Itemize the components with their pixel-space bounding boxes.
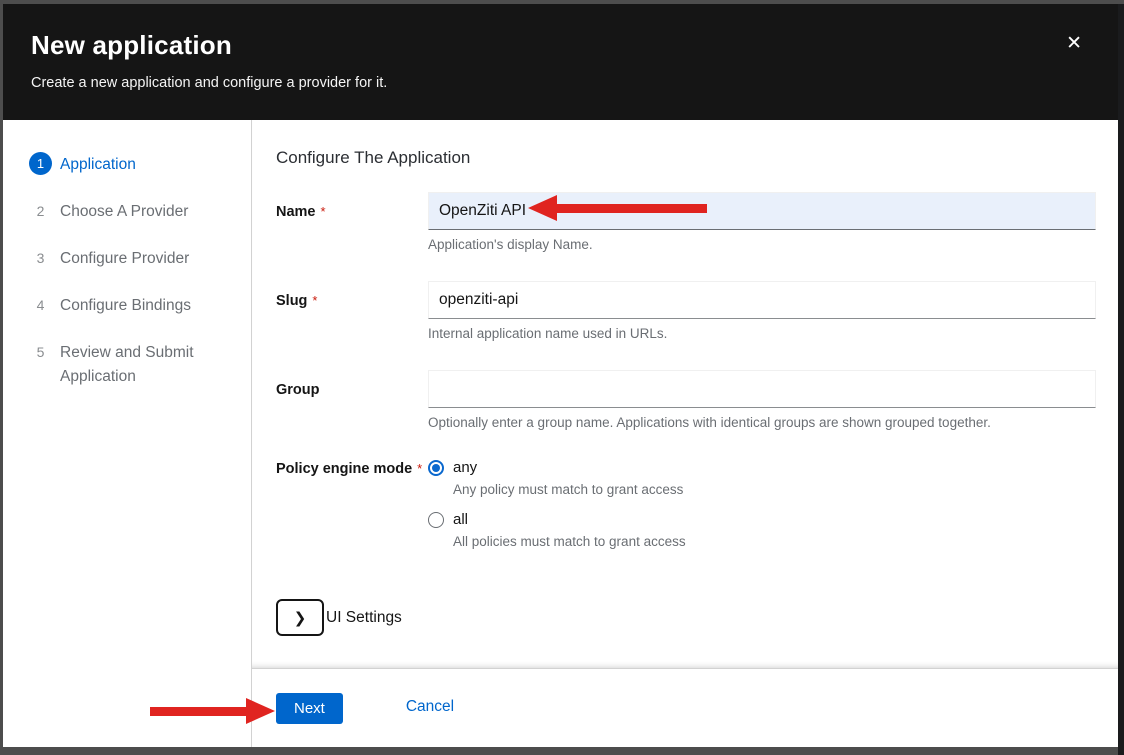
cancel-link[interactable]: Cancel bbox=[406, 693, 454, 716]
wizard-step-configure-provider[interactable]: 3 Configure Provider bbox=[29, 238, 235, 279]
wizard-footer: Next Cancel bbox=[252, 668, 1118, 747]
modal-header: New application Create a new application… bbox=[3, 4, 1118, 120]
group-label: Group bbox=[276, 382, 320, 398]
required-asterisk: * bbox=[321, 204, 326, 219]
policy-mode-option-all: all All policies must match to grant acc… bbox=[428, 511, 1096, 549]
wizard-step-application[interactable]: 1 Application bbox=[29, 144, 235, 185]
radio-any-helper: Any policy must match to grant access bbox=[453, 482, 1096, 497]
group-helper-text: Optionally enter a group name. Applicati… bbox=[428, 415, 1096, 430]
modal-title: New application bbox=[31, 30, 1090, 61]
required-asterisk: * bbox=[417, 461, 422, 476]
radio-all-helper: All policies must match to grant access bbox=[453, 534, 1096, 549]
slug-field-row: Slug * Internal application name used in … bbox=[276, 281, 1096, 341]
chevron-right-icon: ❯ bbox=[294, 609, 307, 627]
radio-any[interactable] bbox=[428, 460, 444, 476]
step-label: Choose A Provider bbox=[60, 199, 188, 224]
wizard-step-choose-provider[interactable]: 2 Choose A Provider bbox=[29, 191, 235, 232]
radio-all[interactable] bbox=[428, 512, 444, 528]
radio-any-label[interactable]: any bbox=[453, 459, 477, 476]
required-asterisk: * bbox=[312, 293, 317, 308]
slug-label: Slug bbox=[276, 293, 307, 309]
ui-settings-expand-button[interactable]: ❯ bbox=[276, 599, 324, 636]
radio-all-label[interactable]: all bbox=[453, 511, 468, 528]
wizard-content: Configure The Application Name * Applicat… bbox=[252, 120, 1118, 668]
wizard-right-column: Configure The Application Name * Applicat… bbox=[252, 120, 1118, 747]
step-label: Review and Submit Application bbox=[60, 340, 235, 389]
modal-subtitle: Create a new application and configure a… bbox=[31, 75, 1090, 91]
step-label: Configure Provider bbox=[60, 246, 189, 271]
group-input[interactable] bbox=[428, 370, 1096, 408]
wizard-step-configure-bindings[interactable]: 4 Configure Bindings bbox=[29, 285, 235, 326]
policy-engine-mode-label: Policy engine mode bbox=[276, 461, 412, 477]
name-label: Name bbox=[276, 204, 316, 220]
step-number-badge: 1 bbox=[29, 152, 52, 175]
group-field-row: Group Optionally enter a group name. App… bbox=[276, 370, 1096, 430]
background-page-sliver bbox=[1118, 4, 1124, 755]
close-icon[interactable]: ✕ bbox=[1066, 34, 1082, 53]
content-heading: Configure The Application bbox=[276, 148, 1096, 168]
step-number-badge: 3 bbox=[29, 246, 52, 269]
slug-input[interactable] bbox=[428, 281, 1096, 319]
step-number-badge: 2 bbox=[29, 199, 52, 222]
ui-settings-label: UI Settings bbox=[326, 609, 402, 627]
step-number-badge: 4 bbox=[29, 293, 52, 316]
name-field-row: Name * Application's display Name. bbox=[276, 192, 1096, 252]
step-label: Application bbox=[60, 152, 136, 177]
next-button[interactable]: Next bbox=[276, 693, 343, 724]
ui-settings-section: ❯ UI Settings bbox=[276, 599, 1096, 636]
modal-body: 1 Application 2 Choose A Provider 3 Conf… bbox=[3, 120, 1118, 747]
policy-engine-mode-row: Policy engine mode * any Any policy must … bbox=[276, 459, 1096, 563]
name-input[interactable] bbox=[428, 192, 1096, 230]
policy-mode-option-any: any Any policy must match to grant acces… bbox=[428, 459, 1096, 497]
wizard-step-review-submit[interactable]: 5 Review and Submit Application bbox=[29, 332, 235, 397]
name-helper-text: Application's display Name. bbox=[428, 237, 1096, 252]
new-application-modal: New application Create a new application… bbox=[3, 4, 1118, 747]
wizard-steps-nav: 1 Application 2 Choose A Provider 3 Conf… bbox=[3, 120, 252, 747]
step-label: Configure Bindings bbox=[60, 293, 191, 318]
step-number-badge: 5 bbox=[29, 340, 52, 363]
slug-helper-text: Internal application name used in URLs. bbox=[428, 326, 1096, 341]
